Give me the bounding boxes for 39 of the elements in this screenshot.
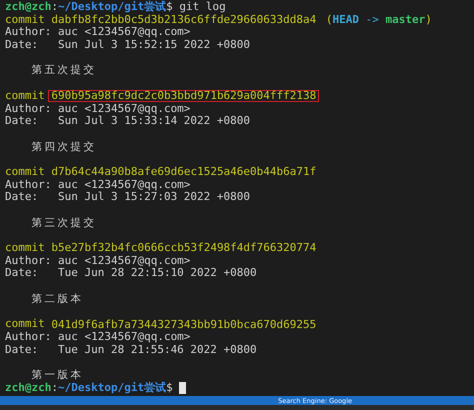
prompt-path: ~/Desktop/git尝试 — [58, 382, 166, 394]
commit-label: commit — [5, 242, 46, 255]
ref-paren: ) — [425, 14, 432, 26]
date-line: Date: Tue Jun 28 21:55:46 2022 +0800 — [5, 344, 257, 356]
date-line: Date: Sun Jul 3 15:33:14 2022 +0800 — [5, 115, 250, 128]
author-line: Author: auc <1234567@qq.com> — [5, 26, 190, 40]
commit-message: 第三次提交 — [30, 216, 97, 230]
commit-hash: 690b95a98fc9dc2c0b3bbd971b629a004fff2138 — [48, 90, 320, 102]
prompt-symbol: $ — [166, 382, 173, 394]
date-line: Date: Tue Jun 28 22:15:10 2022 +0800 — [5, 267, 257, 280]
prompt-user: zch@zch — [5, 1, 52, 14]
commit-label: commit — [5, 318, 46, 331]
ref-arrow: -> — [364, 14, 380, 26]
commit-label: commit — [5, 166, 46, 179]
prompt-separator: : — [51, 1, 58, 14]
command-text: git log — [178, 1, 226, 14]
author-line: Author: auc <1234567@qq.com> — [5, 254, 190, 268]
author-line: Author: auc <1234567@qq.com> — [5, 178, 190, 192]
date-line: Date: Sun Jul 3 15:27:03 2022 +0800 — [5, 191, 250, 204]
commit-message: 第四次提交 — [30, 140, 97, 154]
commit-label: commit — [5, 90, 46, 103]
commit-message: 第二版本 — [30, 292, 84, 306]
prompt-path: ~/Desktop/git尝试 — [58, 1, 166, 14]
commit-hash: 041d9f6afb7a7344327343bb91b0bca670d69255 — [50, 318, 318, 331]
commit-hash: b5e27bf32b4fc0666ccb53f2498f4df766320774 — [50, 242, 318, 254]
author-line: Author: auc <1234567@qq.com> — [5, 102, 190, 116]
commit-hash: dabfb8fc2bb0c5d3b2136c6ffde29660633dd8a4 — [50, 14, 318, 26]
ref-paren: ( — [326, 14, 333, 26]
prompt-user: zch@zch — [5, 382, 52, 394]
author-line: Author: auc <1234567@qq.com> — [5, 330, 190, 344]
date-line: Date: Sun Jul 3 15:52:15 2022 +0800 — [5, 39, 250, 52]
head-ref: HEAD — [332, 14, 360, 26]
commit-hash: d7b64c44a90b8afe69d6ec1525a46e0b44b6a71f — [50, 166, 318, 178]
prompt-symbol: $ — [166, 1, 173, 14]
branch-ref: master — [386, 14, 426, 26]
prompt-separator: : — [51, 382, 58, 394]
commit-message: 第五次提交 — [30, 64, 97, 78]
commit-label: commit — [5, 14, 46, 26]
commit-message: 第一版本 — [30, 368, 84, 382]
